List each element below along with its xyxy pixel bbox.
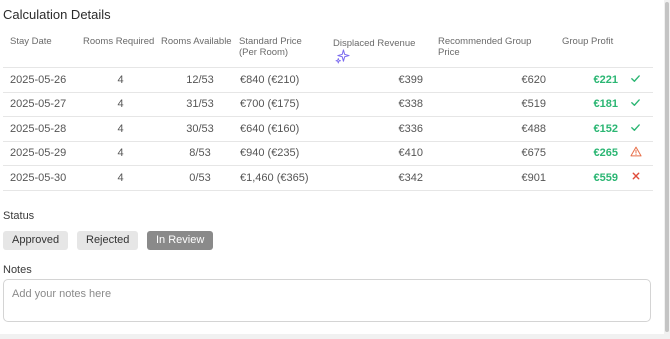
cell-group-profit: €221 — [548, 67, 618, 93]
cell-rooms-available: 30/53 — [161, 116, 239, 142]
table-row: 2025-05-29 4 8/53 €940 (€235) €410 €675 … — [3, 141, 653, 166]
cell-standard-price: €700 (€175) — [239, 92, 323, 117]
cell-recommended-price: €488 — [426, 116, 548, 142]
header-group-profit: Group Profit — [548, 31, 618, 68]
approved-button[interactable]: Approved — [3, 231, 69, 250]
cell-rooms-available: 8/53 — [161, 141, 239, 166]
header-rooms-available: Rooms Available — [161, 31, 239, 68]
cell-status — [618, 92, 653, 117]
rejected-button[interactable]: Rejected — [77, 231, 139, 250]
cell-stay-date: 2025-05-26 — [3, 67, 80, 93]
header-displaced-revenue: Displaced Revenue — [323, 31, 426, 68]
check-icon — [630, 122, 641, 136]
check-icon — [630, 73, 641, 87]
status-label: Status — [3, 210, 35, 222]
header-standard-price-sub: (Per Room) — [239, 47, 289, 58]
warning-icon — [629, 146, 642, 160]
table-row: 2025-05-30 4 0/53 €1,460 (€365) €342 €90… — [3, 165, 653, 191]
notes-label: Notes — [3, 264, 32, 276]
table-row: 2025-05-27 4 31/53 €700 (€175) €338 €519… — [3, 92, 653, 117]
cell-displaced-revenue: €399 — [323, 67, 426, 93]
cell-status — [618, 165, 653, 191]
header-displaced-revenue-label: Displaced Revenue — [333, 38, 416, 49]
cell-recommended-price: €620 — [426, 67, 548, 93]
header-rooms-required: Rooms Required — [80, 31, 161, 68]
cell-stay-date: 2025-05-30 — [3, 165, 80, 191]
cell-displaced-revenue: €342 — [323, 165, 426, 191]
cell-group-profit: €265 — [548, 141, 618, 166]
header-standard-price-label: Standard Price — [239, 36, 302, 47]
cell-rooms-required: 4 — [80, 92, 161, 117]
cell-stay-date: 2025-05-29 — [3, 141, 80, 166]
cell-rooms-available: 0/53 — [161, 165, 239, 191]
cell-rooms-required: 4 — [80, 116, 161, 142]
cell-rooms-available: 31/53 — [161, 92, 239, 117]
table-row: 2025-05-28 4 30/53 €640 (€160) €336 €488… — [3, 116, 653, 142]
header-stay-date: Stay Date — [3, 31, 80, 68]
header-standard-price: Standard Price (Per Room) — [239, 31, 323, 68]
cell-status — [618, 116, 653, 142]
sparkle-icon[interactable] — [335, 49, 350, 67]
cell-displaced-revenue: €336 — [323, 116, 426, 142]
cell-status — [618, 141, 653, 166]
cell-displaced-revenue: €338 — [323, 92, 426, 117]
vertical-scrollbar[interactable] — [664, 0, 670, 339]
cell-rooms-required: 4 — [80, 165, 161, 191]
cell-recommended-price: €675 — [426, 141, 548, 166]
cell-status — [618, 67, 653, 93]
cell-rooms-required: 4 — [80, 141, 161, 166]
cell-standard-price: €840 (€210) — [239, 67, 323, 93]
cell-recommended-price: €901 — [426, 165, 548, 191]
header-status-icon — [618, 31, 653, 68]
page-title: Calculation Details — [3, 7, 111, 22]
calculation-table: Stay Date Rooms Required Rooms Available… — [3, 31, 653, 191]
table-row: 2025-05-26 4 12/53 €840 (€210) €399 €620… — [3, 67, 653, 93]
cell-group-profit: €181 — [548, 92, 618, 117]
table-header-row: Stay Date Rooms Required Rooms Available… — [3, 31, 653, 68]
cell-stay-date: 2025-05-27 — [3, 92, 80, 117]
scrollbar-thumb[interactable] — [665, 2, 669, 332]
cell-standard-price: €1,460 (€365) — [239, 165, 323, 191]
cell-group-profit: €559 — [548, 165, 618, 191]
cell-standard-price: €640 (€160) — [239, 116, 323, 142]
cell-rooms-required: 4 — [80, 67, 161, 93]
check-icon — [630, 97, 641, 111]
cross-icon — [631, 171, 641, 184]
header-recommended-group-price: Recommended Group Price — [426, 31, 548, 68]
cell-recommended-price: €519 — [426, 92, 548, 117]
cell-standard-price: €940 (€235) — [239, 141, 323, 166]
in-review-button[interactable]: In Review — [147, 231, 214, 250]
notes-input[interactable] — [3, 279, 651, 322]
cell-rooms-available: 12/53 — [161, 67, 239, 93]
cell-displaced-revenue: €410 — [323, 141, 426, 166]
horizontal-scrollbar[interactable] — [0, 334, 670, 339]
cell-group-profit: €152 — [548, 116, 618, 142]
cell-stay-date: 2025-05-28 — [3, 116, 80, 142]
